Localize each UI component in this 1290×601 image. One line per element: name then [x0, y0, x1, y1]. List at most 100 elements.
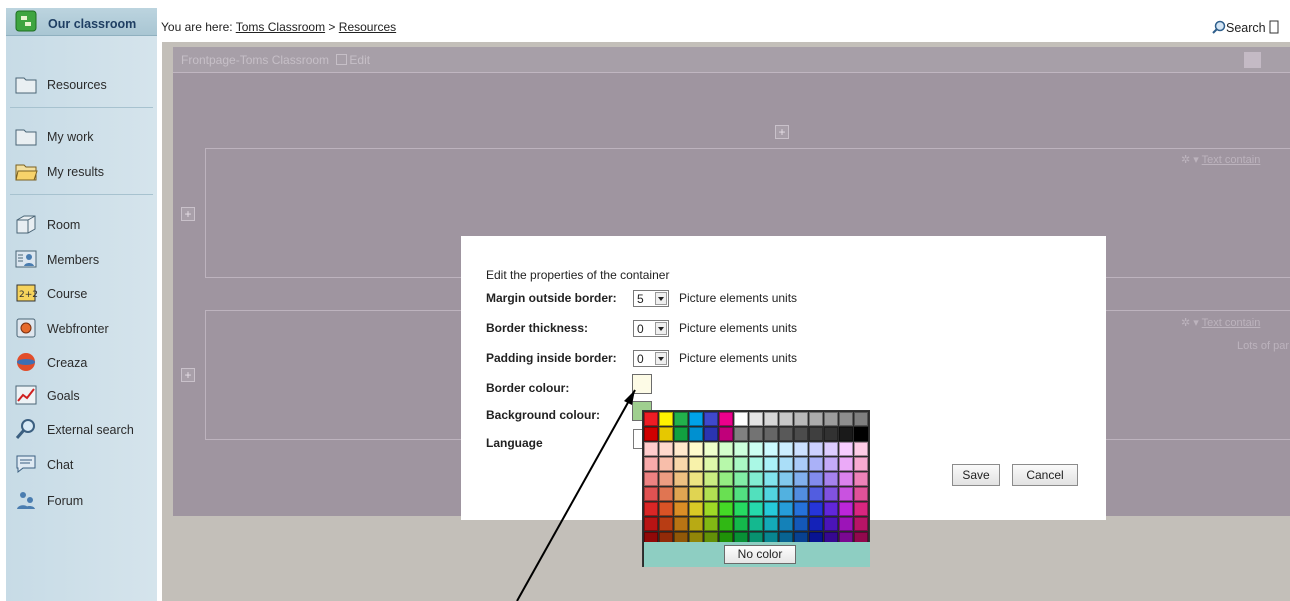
search-link[interactable]: Search [1212, 20, 1279, 35]
color-cell[interactable] [809, 502, 823, 516]
color-cell[interactable] [749, 502, 763, 516]
color-cell[interactable] [734, 442, 748, 456]
color-cell[interactable] [749, 442, 763, 456]
nav-creaza[interactable]: Creaza [6, 349, 157, 377]
color-cell[interactable] [644, 472, 658, 486]
container-toolbar-1[interactable]: ✲ ▾ Text contain [1181, 153, 1260, 166]
color-cell[interactable] [854, 427, 868, 441]
color-cell[interactable] [719, 457, 733, 471]
color-cell[interactable] [779, 427, 793, 441]
color-cell[interactable] [674, 427, 688, 441]
panel-settings-icon[interactable] [1244, 52, 1261, 68]
color-cell[interactable] [644, 427, 658, 441]
color-cell[interactable] [749, 427, 763, 441]
color-cell[interactable] [779, 472, 793, 486]
color-cell[interactable] [704, 412, 718, 426]
nav-course[interactable]: 2+2 Course [6, 280, 157, 308]
nav-chat[interactable]: Chat [6, 451, 157, 479]
color-cell[interactable] [689, 472, 703, 486]
nav-forum[interactable]: Forum [6, 487, 157, 515]
color-cell[interactable] [689, 442, 703, 456]
color-cell[interactable] [734, 457, 748, 471]
color-cell[interactable] [749, 517, 763, 531]
color-cell[interactable] [689, 517, 703, 531]
color-cell[interactable] [809, 427, 823, 441]
color-cell[interactable] [824, 412, 838, 426]
color-cell[interactable] [824, 442, 838, 456]
border-colour-swatch[interactable] [632, 374, 652, 394]
color-cell[interactable] [839, 427, 853, 441]
color-cell[interactable] [719, 487, 733, 501]
color-cell[interactable] [719, 442, 733, 456]
color-cell[interactable] [764, 517, 778, 531]
color-cell[interactable] [659, 502, 673, 516]
color-cell[interactable] [674, 472, 688, 486]
color-cell[interactable] [764, 457, 778, 471]
color-cell[interactable] [719, 517, 733, 531]
color-cell[interactable] [719, 412, 733, 426]
color-cell[interactable] [854, 457, 868, 471]
color-cell[interactable] [659, 412, 673, 426]
nav-goals[interactable]: Goals [6, 382, 157, 410]
color-cell[interactable] [644, 502, 658, 516]
color-cell[interactable] [689, 427, 703, 441]
color-cell[interactable] [764, 442, 778, 456]
color-cell[interactable] [689, 412, 703, 426]
nav-external-search[interactable]: External search [6, 416, 157, 444]
color-cell[interactable] [734, 502, 748, 516]
margin-select[interactable]: 5 [633, 290, 669, 307]
nav-our-classroom[interactable]: Our classroom [6, 8, 157, 36]
color-cell[interactable] [704, 487, 718, 501]
nav-members[interactable]: Members [6, 246, 157, 274]
color-cell[interactable] [779, 487, 793, 501]
color-cell[interactable] [689, 457, 703, 471]
color-cell[interactable] [674, 412, 688, 426]
color-cell[interactable] [809, 457, 823, 471]
container-toolbar-2[interactable]: ✲ ▾ Text contain [1181, 316, 1260, 329]
color-cell[interactable] [854, 412, 868, 426]
color-cell[interactable] [719, 502, 733, 516]
color-cell[interactable] [704, 457, 718, 471]
color-cell[interactable] [644, 412, 658, 426]
color-cell[interactable] [749, 487, 763, 501]
color-cell[interactable] [779, 517, 793, 531]
color-cell[interactable] [704, 517, 718, 531]
color-cell[interactable] [674, 442, 688, 456]
color-cell[interactable] [839, 457, 853, 471]
color-cell[interactable] [749, 457, 763, 471]
thickness-select[interactable]: 0 [633, 320, 669, 337]
color-cell[interactable] [794, 502, 808, 516]
color-cell[interactable] [764, 487, 778, 501]
color-cell[interactable] [764, 412, 778, 426]
color-cell[interactable] [719, 472, 733, 486]
color-cell[interactable] [764, 502, 778, 516]
color-cell[interactable] [644, 442, 658, 456]
color-cell[interactable] [734, 487, 748, 501]
nav-room[interactable]: Room [6, 211, 157, 239]
color-cell[interactable] [839, 487, 853, 501]
color-cell[interactable] [824, 487, 838, 501]
color-cell[interactable] [659, 442, 673, 456]
color-cell[interactable] [704, 502, 718, 516]
color-cell[interactable] [659, 427, 673, 441]
color-cell[interactable] [794, 427, 808, 441]
color-cell[interactable] [644, 517, 658, 531]
color-cell[interactable] [809, 472, 823, 486]
color-cell[interactable] [839, 472, 853, 486]
save-button[interactable]: Save [952, 464, 1000, 486]
color-cell[interactable] [839, 412, 853, 426]
breadcrumb-link-classroom[interactable]: Toms Classroom [236, 20, 325, 34]
color-cell[interactable] [659, 457, 673, 471]
color-cell[interactable] [809, 442, 823, 456]
color-cell[interactable] [854, 442, 868, 456]
color-cell[interactable] [719, 427, 733, 441]
nav-my-work[interactable]: My work [6, 123, 157, 151]
color-cell[interactable] [674, 487, 688, 501]
color-cell[interactable] [794, 442, 808, 456]
color-cell[interactable] [824, 427, 838, 441]
color-cell[interactable] [734, 427, 748, 441]
color-cell[interactable] [764, 472, 778, 486]
color-cell[interactable] [839, 517, 853, 531]
nav-webfronter[interactable]: Webfronter [6, 315, 157, 343]
nav-resources[interactable]: Resources [6, 71, 157, 99]
